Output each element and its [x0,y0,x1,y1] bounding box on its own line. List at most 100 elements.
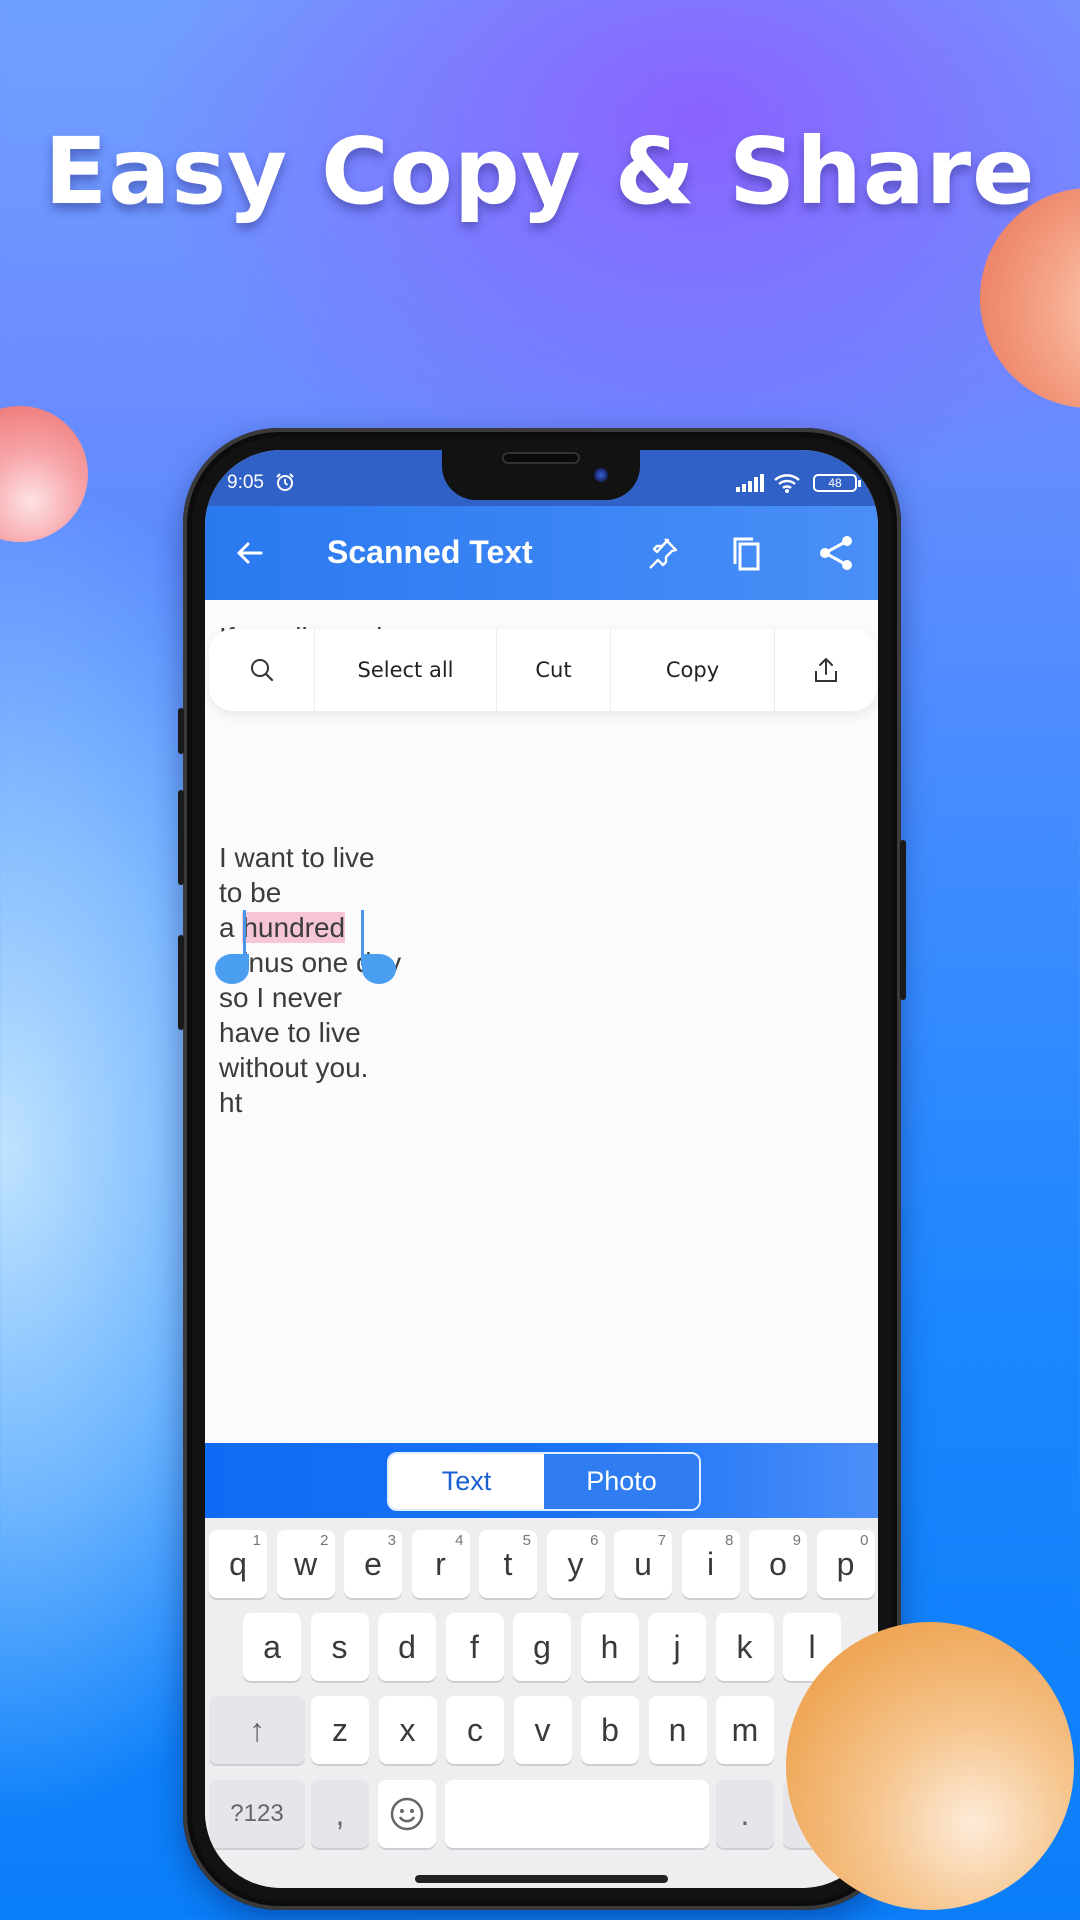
key-q[interactable]: q1 [209,1530,267,1598]
key-k[interactable]: k [715,1613,774,1681]
menu-copy-button[interactable]: Copy [611,629,775,711]
key-v[interactable]: v [513,1696,572,1764]
key-label: a [263,1628,281,1665]
key-label: o [769,1545,787,1582]
share-icon[interactable] [817,534,855,572]
key-label: d [398,1628,416,1665]
key-symbols[interactable]: ?123 [209,1780,305,1848]
text-line: ht [219,1087,243,1118]
text-line: without you. [219,1052,369,1083]
key-n[interactable]: n [648,1696,707,1764]
key-hint: 4 [455,1532,464,1549]
key-period[interactable]: . [716,1780,774,1848]
key-j[interactable]: j [648,1613,706,1681]
key-label: b [601,1711,619,1748]
key-label: i [706,1545,715,1582]
menu-select-all-button[interactable]: Select all [315,629,497,711]
menu-cut-button[interactable]: Cut [497,629,611,711]
key-label: m [731,1711,759,1748]
key-b[interactable]: b [581,1696,639,1764]
key-label: g [533,1628,551,1665]
key-w[interactable]: w2 [276,1530,335,1598]
key-u[interactable]: u7 [614,1530,672,1598]
back-arrow-icon[interactable] [231,534,269,572]
home-indicator[interactable] [415,1875,668,1883]
key-hint: 1 [252,1532,261,1549]
copy-icon[interactable] [727,534,765,572]
key-hint: 5 [522,1532,531,1549]
phone-volume-down [178,935,184,1030]
mode-bar: Text Photo [205,1443,878,1518]
key-z[interactable]: z [311,1696,369,1764]
wifi-icon [774,474,800,493]
key-label: w [293,1545,318,1582]
key-hint: 0 [860,1532,869,1549]
key-label: c [467,1711,483,1748]
key-e[interactable]: e3 [344,1530,402,1598]
key-hint: 3 [387,1532,396,1549]
menu-search-button[interactable] [209,629,315,711]
key-label: n [668,1711,687,1748]
promo-headline: Easy Copy & Share [44,118,1036,225]
key-t[interactable]: t5 [479,1530,537,1598]
emoji-icon [390,1797,424,1831]
key-f[interactable]: f [445,1613,504,1681]
selected-text[interactable]: hundred [242,912,346,943]
key-i[interactable]: i8 [681,1530,740,1598]
key-r[interactable]: r4 [411,1530,470,1598]
key-label: t [503,1545,513,1582]
key-comma[interactable]: , [311,1780,369,1848]
key-hint: 8 [725,1532,734,1549]
mode-toggle: Text Photo [387,1452,701,1511]
key-h[interactable]: h [580,1613,639,1681]
key-hint: 9 [792,1532,801,1549]
search-icon [250,659,273,682]
key-space[interactable] [445,1780,709,1848]
text-line: a hundred [219,912,346,944]
key-emoji[interactable] [378,1780,436,1848]
mode-photo-tab[interactable]: Photo [544,1454,699,1509]
key-d[interactable]: d [378,1613,436,1681]
key-label: , [335,1795,345,1832]
key-g[interactable]: g [513,1613,571,1681]
share-export-icon [815,658,837,682]
key-label: p [836,1545,855,1582]
text-fragment: a [219,912,243,943]
key-label: j [673,1628,681,1665]
key-shift[interactable]: ↑ [209,1696,305,1764]
menu-share-button[interactable] [775,629,877,711]
key-m[interactable]: m [716,1696,774,1764]
text-line: have to live [219,1017,361,1048]
key-a[interactable]: a [243,1613,301,1681]
key-y[interactable]: y6 [546,1530,605,1598]
phone-speaker [502,452,580,464]
phone-power-button [900,840,906,1000]
selection-end-handle[interactable] [362,954,396,984]
text-line: so I never [219,982,342,1013]
text-line: I want to live [219,842,375,873]
key-label: r [435,1545,446,1582]
selection-start-handle[interactable] [215,954,249,984]
decorative-ball-pink [0,406,88,542]
text-selection-menu: Select all Cut Copy [209,629,877,711]
key-p[interactable]: p0 [816,1530,875,1598]
key-c[interactable]: c [446,1696,504,1764]
key-label: ↑ [249,1711,265,1748]
alarm-icon [276,473,294,491]
front-camera [594,468,608,482]
key-label: h [600,1628,619,1665]
key-label: x [399,1711,416,1748]
pin-icon[interactable] [643,534,681,572]
key-o[interactable]: o9 [749,1530,807,1598]
key-s[interactable]: s [310,1613,369,1681]
app-bar: Scanned Text [205,506,878,600]
key-label: f [470,1628,479,1665]
key-label: l [808,1628,816,1665]
key-label: e [364,1545,382,1582]
key-label: v [534,1711,551,1748]
mode-text-tab[interactable]: Text [389,1454,544,1509]
key-x[interactable]: x [378,1696,437,1764]
phone-volume-up [178,790,184,885]
status-time: 9:05 [227,472,264,493]
phone-side-button [178,708,184,754]
